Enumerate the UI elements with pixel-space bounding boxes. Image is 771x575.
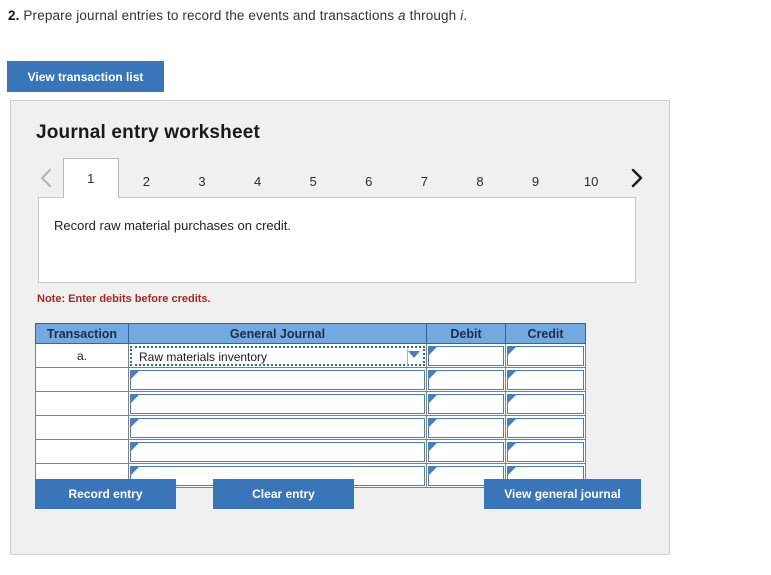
debit-input[interactable] (428, 393, 504, 414)
account-select[interactable] (130, 393, 425, 414)
cell-corner-marker-icon (131, 394, 139, 403)
transaction-label-cell (35, 439, 129, 464)
worksheet-tab-4[interactable]: 4 (230, 163, 286, 198)
worksheet-tab-strip: 1 2 3 4 5 6 7 8 9 10 (29, 158, 653, 198)
debit-input-cell (426, 415, 506, 440)
table-row (35, 439, 586, 464)
debit-input-cell (426, 391, 506, 416)
cell-corner-marker-icon (508, 418, 516, 427)
worksheet-tabs: 1 2 3 4 5 6 7 8 9 10 (63, 158, 619, 198)
credit-input-cell (505, 415, 586, 440)
credit-input-cell (505, 391, 586, 416)
credit-input-cell (505, 439, 586, 464)
account-select[interactable] (130, 441, 425, 462)
account-select[interactable] (130, 417, 425, 438)
transaction-label-cell: a. (35, 343, 129, 368)
record-entry-button[interactable]: Record entry (35, 479, 176, 509)
cell-corner-marker-icon (508, 370, 516, 379)
cell-corner-marker-icon (429, 418, 437, 427)
credit-input[interactable] (507, 345, 584, 366)
debit-input[interactable] (428, 345, 504, 366)
debit-input-cell (426, 439, 506, 464)
journal-entry-panel: Journal entry worksheet 1 2 3 4 5 6 7 8 9 10 Reco… (10, 100, 670, 555)
clear-entry-button[interactable]: Clear entry (213, 479, 354, 509)
worksheet-tab-5[interactable]: 5 (285, 163, 341, 198)
debit-input[interactable] (428, 441, 504, 462)
credit-input[interactable] (507, 441, 584, 462)
column-header-credit: Credit (505, 323, 586, 344)
column-header-transaction: Transaction (35, 323, 129, 344)
general-journal-cell (128, 415, 427, 440)
credit-input[interactable] (507, 393, 584, 414)
cell-corner-marker-icon (131, 466, 139, 475)
worksheet-tab-2[interactable]: 2 (119, 163, 175, 198)
question-prompt: 2. Prepare journal entries to record the… (8, 8, 467, 23)
cell-corner-marker-icon (131, 418, 139, 427)
column-header-general-journal: General Journal (128, 323, 427, 344)
transaction-label-cell (35, 415, 129, 440)
worksheet-tab-8[interactable]: 8 (452, 163, 508, 198)
cell-corner-marker-icon (429, 466, 437, 475)
view-general-journal-button[interactable]: View general journal (484, 479, 641, 509)
question-italic-a: a (398, 8, 406, 23)
transaction-label-cell (35, 367, 129, 392)
view-transaction-list-button[interactable]: View transaction list (7, 61, 164, 92)
chevron-left-icon[interactable] (29, 158, 63, 198)
general-journal-cell (128, 391, 427, 416)
account-select[interactable] (130, 369, 425, 390)
debits-before-credits-note: Note: Enter debits before credits. (37, 293, 211, 305)
table-row: a. Raw materials inventory (35, 343, 586, 368)
column-header-debit: Debit (426, 323, 506, 344)
worksheet-tab-6[interactable]: 6 (341, 163, 397, 198)
general-journal-cell (128, 367, 427, 392)
cell-corner-marker-icon (429, 394, 437, 403)
chevron-down-icon[interactable] (408, 350, 420, 358)
credit-input-cell (505, 367, 586, 392)
instruction-text: Record raw material purchases on credit. (54, 218, 291, 233)
table-row (35, 415, 586, 440)
cell-corner-marker-icon (508, 346, 516, 355)
table-header-row: Transaction General Journal Debit Credit (35, 323, 586, 344)
cell-corner-marker-icon (508, 466, 516, 475)
table-row (35, 391, 586, 416)
cell-corner-marker-icon (429, 370, 437, 379)
worksheet-tab-10[interactable]: 10 (563, 163, 619, 198)
journal-entry-table: Transaction General Journal Debit Credit… (35, 323, 586, 488)
question-number: 2. (8, 8, 20, 23)
debit-input-cell (426, 343, 506, 368)
question-text-mid: through (409, 8, 457, 23)
worksheet-title: Journal entry worksheet (36, 122, 260, 143)
question-text-after: . (463, 8, 468, 23)
general-journal-cell (128, 439, 427, 464)
account-select-value: Raw materials inventory (139, 349, 268, 364)
cell-corner-marker-icon (131, 370, 139, 379)
cell-corner-marker-icon (429, 442, 437, 451)
instruction-box: Record raw material purchases on credit. (38, 197, 636, 283)
cell-corner-marker-icon (131, 442, 139, 451)
worksheet-tab-1[interactable]: 1 (63, 158, 119, 198)
question-text-before: Prepare journal entries to record the ev… (23, 8, 395, 23)
account-select[interactable]: Raw materials inventory (130, 345, 425, 366)
credit-input[interactable] (507, 417, 584, 438)
cell-corner-marker-icon (508, 442, 516, 451)
chevron-right-icon[interactable] (619, 158, 653, 198)
credit-input-cell (505, 343, 586, 368)
transaction-label-cell (35, 391, 129, 416)
journal-entry-table-body: a. Raw materials inventory (35, 343, 586, 488)
debit-input[interactable] (428, 369, 504, 390)
worksheet-tab-7[interactable]: 7 (397, 163, 453, 198)
debit-input[interactable] (428, 417, 504, 438)
table-row (35, 367, 586, 392)
general-journal-cell: Raw materials inventory (128, 343, 427, 368)
worksheet-tab-9[interactable]: 9 (508, 163, 564, 198)
worksheet-tab-3[interactable]: 3 (174, 163, 230, 198)
debit-input-cell (426, 367, 506, 392)
credit-input[interactable] (507, 369, 584, 390)
cell-corner-marker-icon (508, 394, 516, 403)
cell-corner-marker-icon (429, 346, 437, 355)
